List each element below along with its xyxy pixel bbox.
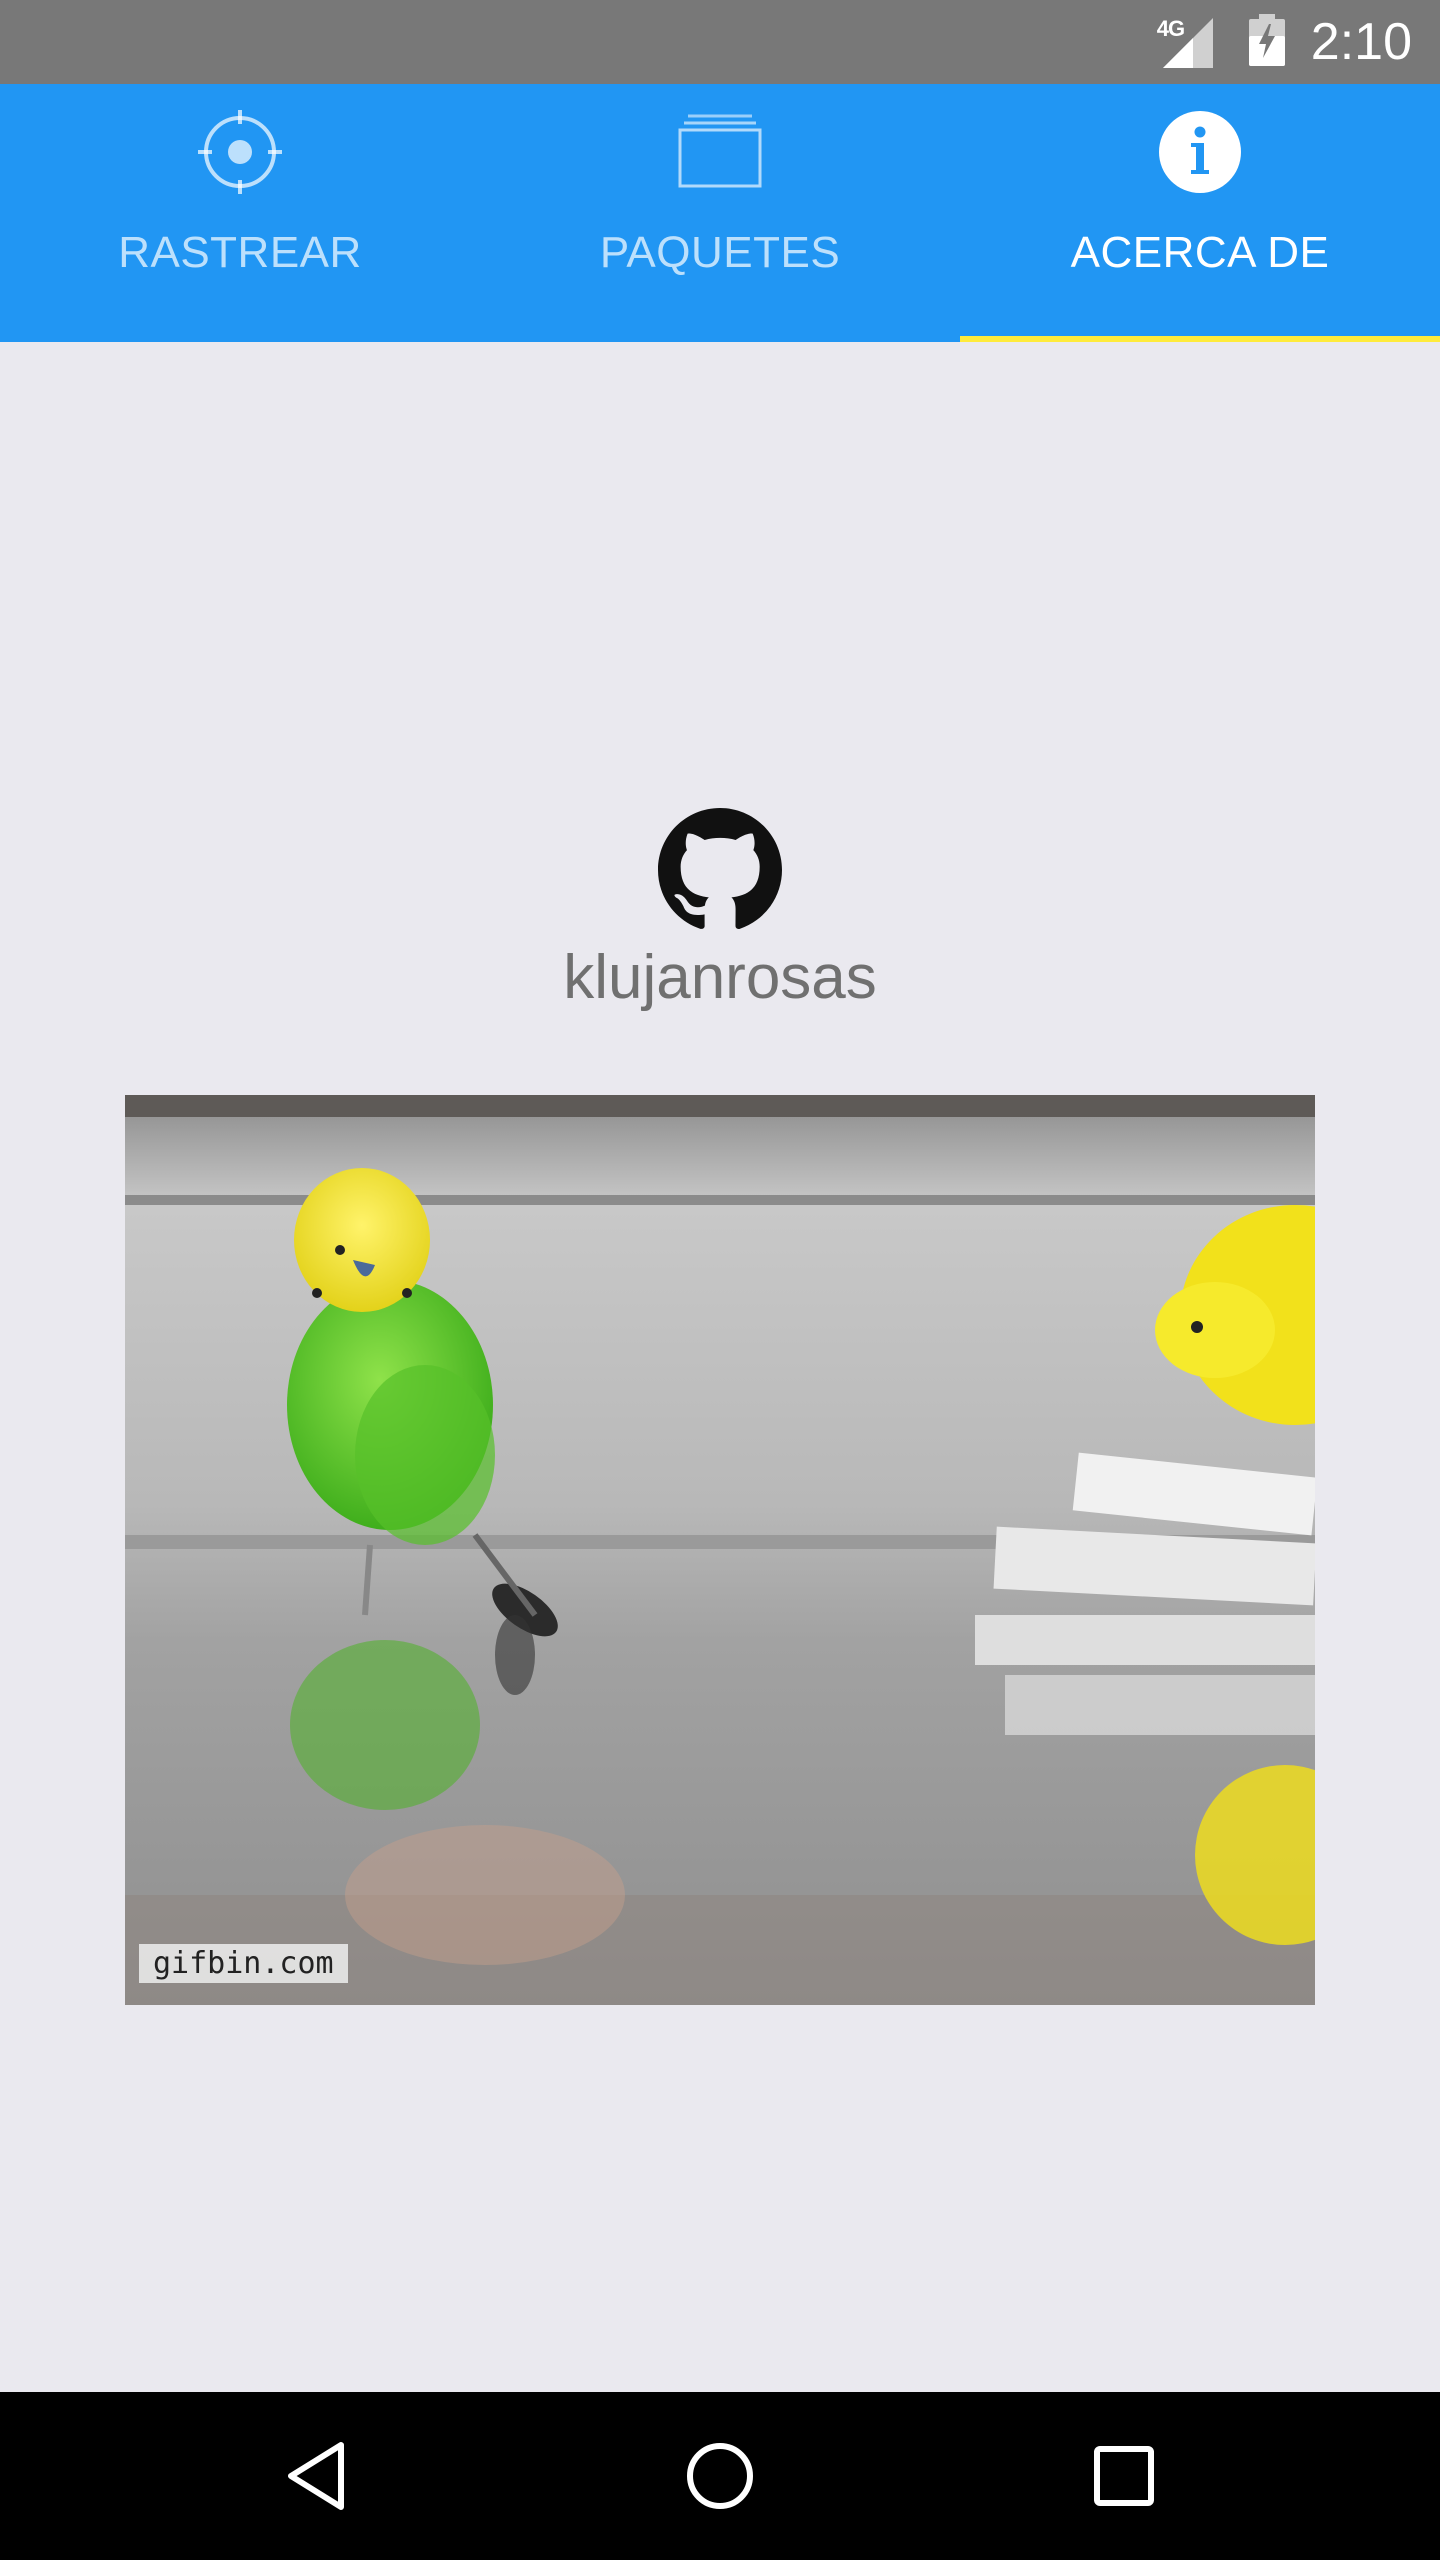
- about-content: klujanrosas gifbin.com: [0, 342, 1440, 2392]
- clock: 2:10: [1310, 13, 1412, 71]
- tab-label: ACERCA DE: [1070, 228, 1330, 277]
- tab-bar: RASTREAR PAQUETES ACERCA DE: [0, 84, 1440, 342]
- navigation-bar: [0, 2392, 1440, 2560]
- recents-button[interactable]: [1044, 2392, 1204, 2560]
- tab-paquetes[interactable]: PAQUETES: [480, 84, 960, 342]
- home-icon: [687, 2443, 753, 2509]
- recents-icon: [1094, 2446, 1154, 2506]
- status-bar: 4G 2:10: [0, 0, 1440, 84]
- tab-rastrear[interactable]: RASTREAR: [0, 84, 480, 342]
- github-icon[interactable]: [658, 808, 782, 932]
- back-icon: [288, 2442, 344, 2510]
- tab-label: RASTREAR: [118, 228, 362, 277]
- tab-acerca-de[interactable]: ACERCA DE: [960, 84, 1440, 342]
- crosshair-icon: [198, 110, 282, 194]
- home-button[interactable]: [640, 2392, 800, 2560]
- packages-icon: [678, 110, 762, 194]
- parakeet-gif: gifbin.com: [125, 1095, 1315, 2005]
- github-username[interactable]: klujanrosas: [0, 942, 1440, 1013]
- status-icons: 4G 2:10: [1155, 0, 1412, 84]
- battery-icon: [1248, 13, 1285, 71]
- tab-label: PAQUETES: [599, 228, 841, 277]
- gif-watermark: gifbin.com: [139, 1944, 348, 1983]
- info-icon: [1158, 110, 1242, 194]
- back-button[interactable]: [236, 2392, 396, 2560]
- network-type-label: 4G: [1156, 16, 1185, 41]
- signal-icon: 4G: [1155, 14, 1213, 70]
